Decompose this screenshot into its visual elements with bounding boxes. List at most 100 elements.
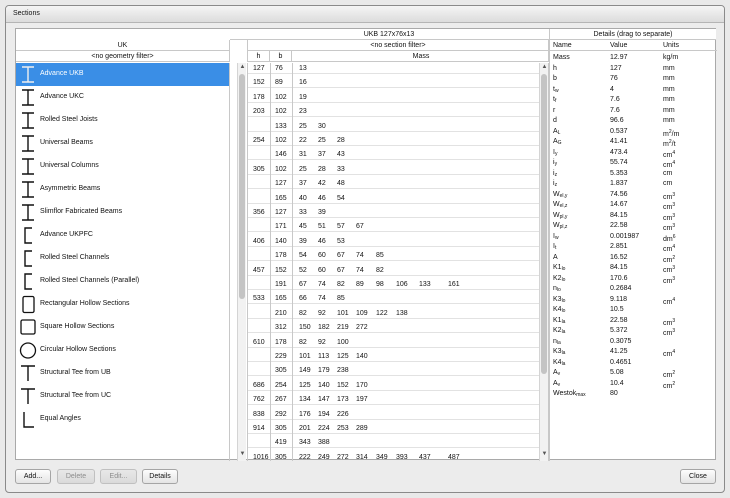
mass-cell[interactable]: 388: [318, 437, 330, 448]
mass-cell[interactable]: 46: [318, 193, 326, 204]
mass-cell[interactable]: 82: [337, 279, 345, 290]
mass-cell[interactable]: 42: [318, 178, 326, 189]
section-type-item[interactable]: Slimflor Fabricated Beams: [16, 201, 229, 224]
mass-cell[interactable]: 219: [337, 322, 349, 333]
mass-cell[interactable]: 170: [356, 380, 368, 391]
mass-cell[interactable]: 39: [318, 207, 326, 218]
matrix-scroll-thumb[interactable]: [541, 74, 547, 374]
mass-cell[interactable]: 314: [356, 452, 368, 461]
mass-cell[interactable]: 74: [356, 250, 364, 261]
mass-cell[interactable]: 289: [356, 423, 368, 434]
mass-cell[interactable]: 16: [299, 77, 307, 88]
mass-cell[interactable]: 82: [299, 308, 307, 319]
mass-cell[interactable]: 48: [337, 178, 345, 189]
mass-cell[interactable]: 138: [396, 308, 408, 319]
mass-cell[interactable]: 272: [337, 452, 349, 461]
mass-cell[interactable]: 31: [299, 149, 307, 160]
mass-cell[interactable]: 349: [376, 452, 388, 461]
section-filter[interactable]: <no section filter>: [247, 40, 549, 51]
mass-cell[interactable]: 37: [318, 149, 326, 160]
geometry-filter[interactable]: <no geometry filter>: [16, 51, 230, 62]
mass-cell[interactable]: 60: [318, 265, 326, 276]
mass-cell[interactable]: 98: [376, 279, 384, 290]
mass-cell[interactable]: 85: [337, 293, 345, 304]
mass-cell[interactable]: 147: [318, 394, 330, 405]
edit-button[interactable]: Edit...: [100, 469, 137, 484]
mass-cell[interactable]: 28: [318, 164, 326, 175]
mass-cell[interactable]: 173: [337, 394, 349, 405]
section-type-item[interactable]: Advance UKB: [16, 63, 229, 86]
mass-cell[interactable]: 437: [419, 452, 431, 461]
mass-cell[interactable]: 82: [299, 337, 307, 348]
section-type-item[interactable]: Universal Columns: [16, 155, 229, 178]
mass-cell[interactable]: 253: [337, 423, 349, 434]
tree-scrollbar[interactable]: ▲ ▼: [237, 63, 246, 461]
mass-cell[interactable]: 140: [356, 351, 368, 362]
tree-scroll-thumb[interactable]: [239, 74, 245, 299]
mass-cell[interactable]: 161: [448, 279, 460, 290]
mass-cell[interactable]: 226: [337, 409, 349, 420]
mass-cell[interactable]: 13: [299, 63, 307, 74]
mass-cell[interactable]: 101: [337, 308, 349, 319]
section-type-item[interactable]: Rolled Steel Channels (Parallel): [16, 270, 229, 293]
delete-button[interactable]: Delete: [57, 469, 95, 484]
mass-cell[interactable]: 101: [299, 351, 311, 362]
close-button[interactable]: Close: [680, 469, 716, 484]
matrix-scrollbar[interactable]: ▲ ▼: [539, 63, 548, 461]
section-type-item[interactable]: Rectangular Hollow Sections: [16, 293, 229, 316]
mass-cell[interactable]: 125: [299, 380, 311, 391]
mass-cell[interactable]: 176: [299, 409, 311, 420]
section-type-item[interactable]: Advance UKC: [16, 86, 229, 109]
mass-cell[interactable]: 66: [299, 293, 307, 304]
mass-cell[interactable]: 85: [376, 250, 384, 261]
mass-cell[interactable]: 22: [299, 135, 307, 146]
scroll-up-icon[interactable]: ▲: [540, 63, 549, 72]
mass-cell[interactable]: 46: [318, 236, 326, 247]
section-type-item[interactable]: Rolled Steel Channels: [16, 247, 229, 270]
mass-cell[interactable]: 272: [356, 322, 368, 333]
mass-cell[interactable]: 113: [318, 351, 329, 362]
mass-cell[interactable]: 92: [318, 308, 326, 319]
mass-cell[interactable]: 194: [318, 409, 330, 420]
section-type-item[interactable]: Rolled Steel Joists: [16, 109, 229, 132]
mass-cell[interactable]: 122: [376, 308, 388, 319]
mass-cell[interactable]: 197: [356, 394, 368, 405]
mass-cell[interactable]: 60: [318, 250, 326, 261]
mass-cell[interactable]: 25: [299, 121, 307, 132]
details-button[interactable]: Details: [142, 469, 178, 484]
mass-cell[interactable]: 53: [337, 236, 345, 247]
mass-cell[interactable]: 222: [299, 452, 311, 461]
mass-cell[interactable]: 238: [337, 365, 349, 376]
mass-cell[interactable]: 74: [356, 265, 364, 276]
mass-cell[interactable]: 28: [337, 135, 345, 146]
mass-cell[interactable]: 179: [318, 365, 330, 376]
mass-cell[interactable]: 25: [318, 135, 326, 146]
mass-cell[interactable]: 134: [299, 394, 311, 405]
mass-cell[interactable]: 23: [299, 106, 307, 117]
scroll-down-icon[interactable]: ▼: [238, 450, 247, 459]
mass-cell[interactable]: 33: [299, 207, 307, 218]
section-type-item[interactable]: Square Hollow Sections: [16, 316, 229, 339]
mass-cell[interactable]: 133: [419, 279, 431, 290]
mass-cell[interactable]: 224: [318, 423, 330, 434]
add-button[interactable]: Add...: [15, 469, 51, 484]
scroll-up-icon[interactable]: ▲: [238, 63, 247, 72]
mass-cell[interactable]: 30: [318, 121, 326, 132]
mass-cell[interactable]: 343: [299, 437, 311, 448]
details-title[interactable]: Details (drag to separate): [549, 29, 716, 40]
mass-cell[interactable]: 152: [337, 380, 349, 391]
mass-cell[interactable]: 109: [356, 308, 368, 319]
mass-cell[interactable]: 25: [299, 164, 307, 175]
mass-cell[interactable]: 140: [318, 380, 330, 391]
scroll-down-icon[interactable]: ▼: [540, 450, 549, 459]
mass-cell[interactable]: 37: [299, 178, 307, 189]
mass-cell[interactable]: 51: [318, 221, 326, 232]
mass-cell[interactable]: 92: [318, 337, 326, 348]
mass-cell[interactable]: 106: [396, 279, 408, 290]
section-type-item[interactable]: Advance UKPFC: [16, 224, 229, 247]
section-type-item[interactable]: Asymmetric Beams: [16, 178, 229, 201]
mass-cell[interactable]: 67: [356, 221, 364, 232]
mass-cell[interactable]: 52: [299, 265, 307, 276]
mass-cell[interactable]: 40: [299, 193, 307, 204]
mass-cell[interactable]: 67: [337, 250, 345, 261]
